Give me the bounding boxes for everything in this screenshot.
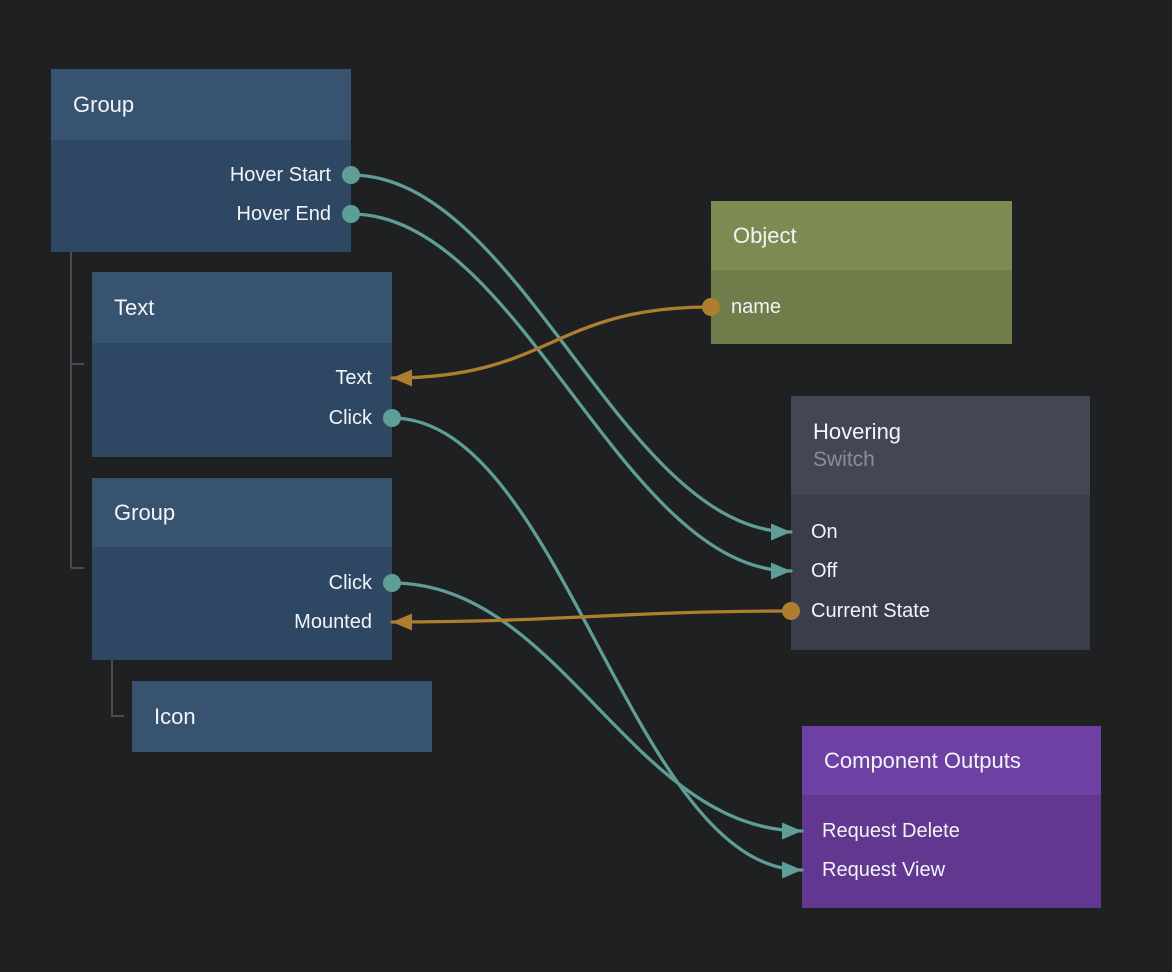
node-hovering-1[interactable]: HoveringSwitch On Off Current State	[791, 396, 1090, 650]
port-label-on: On	[811, 519, 838, 545]
port-label-request-delete: Request Delete	[822, 818, 960, 844]
connection-current-state-to-mounted[interactable]	[392, 611, 791, 622]
node-header[interactable]: Component Outputs	[802, 726, 1101, 795]
node-group-1[interactable]: Group Hover Start Hover End	[51, 69, 351, 252]
port-label-hover-start: Hover Start	[230, 162, 331, 188]
port-label-off: Off	[811, 558, 837, 584]
node-object-1[interactable]: Object name	[711, 201, 1012, 344]
node-header[interactable]: Text	[92, 272, 392, 343]
port-label-click: Click	[329, 405, 372, 431]
node-text-1[interactable]: Text Text Click	[92, 272, 392, 457]
node-title: Hovering	[813, 418, 1082, 446]
node-component-outputs[interactable]: Component Outputs Request Delete Request V…	[802, 726, 1101, 908]
node-body: Hover Start Hover End	[51, 140, 351, 252]
port-label-text: Text	[335, 365, 372, 391]
node-title: Group	[114, 499, 384, 527]
node-body: name	[711, 270, 1012, 344]
node-title: Group	[73, 91, 343, 119]
hierarchy-line	[112, 660, 124, 716]
port-label-mounted: Mounted	[294, 609, 372, 635]
port-label-name: name	[731, 294, 781, 320]
node-title: Text	[114, 294, 384, 322]
port-arrow-mounted[interactable]	[392, 614, 412, 631]
node-graph-canvas[interactable]: GroupHover StartHover EndTextTextClickGr…	[0, 0, 1172, 972]
hierarchy-line	[71, 252, 84, 568]
node-body: Request Delete Request View	[802, 795, 1101, 908]
connection-click-to-request-delete[interactable]	[392, 583, 802, 831]
port-arrow-request-view[interactable]	[782, 862, 802, 879]
port-arrow-request-delete[interactable]	[782, 823, 802, 840]
node-body: Click Mounted	[92, 547, 392, 660]
port-arrow-off[interactable]	[771, 563, 791, 580]
node-icon-1[interactable]: Icon	[132, 681, 432, 752]
node-subtitle: Switch	[813, 446, 1082, 473]
node-header[interactable]: Object	[711, 201, 1012, 270]
node-title: Component Outputs	[824, 747, 1093, 775]
port-label-hover-end: Hover End	[237, 201, 332, 227]
port-arrow-on[interactable]	[771, 524, 791, 541]
node-header[interactable]: Group	[92, 478, 392, 547]
port-arrow-text[interactable]	[392, 370, 412, 387]
port-label-request-view: Request View	[822, 857, 945, 883]
connection-name-to-text[interactable]	[392, 307, 711, 378]
node-header[interactable]: HoveringSwitch	[791, 396, 1090, 495]
port-label-click: Click	[329, 570, 372, 596]
node-group-2[interactable]: Group Click Mounted	[92, 478, 392, 660]
node-title: Object	[733, 222, 1004, 250]
node-body: Text Click	[92, 343, 392, 457]
node-header[interactable]: Group	[51, 69, 351, 140]
node-header[interactable]: Icon	[132, 681, 432, 752]
node-title: Icon	[154, 703, 424, 731]
port-label-current-state: Current State	[811, 598, 930, 624]
connection-click-to-request-view[interactable]	[392, 418, 802, 870]
node-body: On Off Current State	[791, 495, 1090, 650]
